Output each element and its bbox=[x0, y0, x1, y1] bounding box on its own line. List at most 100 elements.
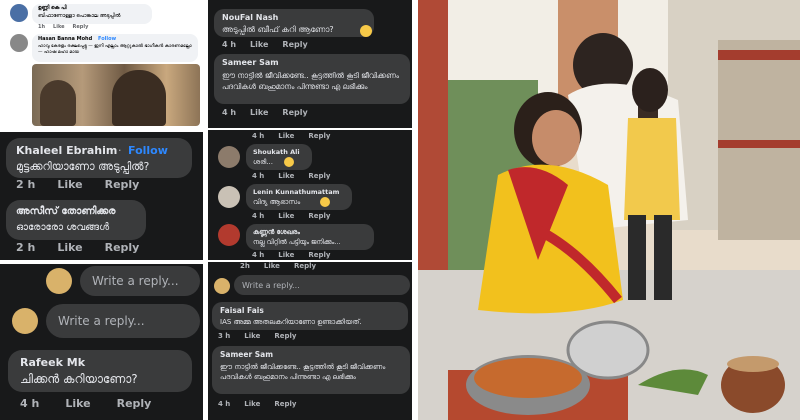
comment-text: മുട്ടക്കറിയാണോ അടുപ്പിൽ? bbox=[16, 160, 150, 173]
like-button[interactable]: Like bbox=[250, 40, 268, 49]
clay-pot-rim bbox=[727, 356, 779, 372]
comment-bubble: അസീസ് തോണിക്കര ഓരോരോ ശവങ്ങൾ bbox=[6, 200, 146, 240]
thinking-emoji-icon bbox=[360, 25, 372, 37]
comment-author[interactable]: ഉണ്ണി കെ പി bbox=[38, 5, 67, 11]
reply-input[interactable]: Write a reply... bbox=[80, 266, 200, 296]
reply-button[interactable]: Reply bbox=[282, 40, 307, 49]
comment-bubble: Rafeek Mk ചിക്കൻ കറിയാണോ? bbox=[8, 350, 192, 392]
comment-meta: 3 h Like Reply bbox=[218, 332, 297, 340]
reply-button[interactable]: Reply bbox=[308, 251, 330, 259]
comment-bubble: Shoukath Ali ശരി... bbox=[246, 144, 312, 170]
reply-input[interactable]: Write a reply... bbox=[234, 275, 410, 295]
reply-button[interactable]: Reply bbox=[282, 108, 307, 117]
avatar[interactable] bbox=[218, 224, 240, 246]
like-button[interactable]: Like bbox=[65, 397, 90, 410]
reply-button[interactable]: Reply bbox=[274, 400, 296, 408]
comment-author[interactable]: Sameer Sam bbox=[222, 58, 279, 67]
comment-author[interactable]: Shoukath Ali bbox=[253, 148, 300, 156]
like-button[interactable]: Like bbox=[278, 251, 294, 259]
comment-meta: 2 h Like Reply bbox=[16, 178, 139, 191]
comment-author[interactable]: Faisal Fais bbox=[220, 306, 264, 315]
family-photo bbox=[418, 0, 800, 420]
like-button[interactable]: Like bbox=[278, 212, 294, 220]
comment-panel-5: Write a reply... Write a reply... Rafeek… bbox=[0, 264, 203, 420]
comment-author[interactable]: കണ്ണൻ ശേഖരം bbox=[253, 228, 300, 237]
comment-meta: 4 h Like Reply bbox=[252, 172, 331, 180]
like-button[interactable]: Like bbox=[244, 400, 260, 408]
comment-author[interactable]: Khaleel Ebrahim bbox=[16, 144, 117, 157]
comment-meta: 2 h Like Reply bbox=[16, 241, 139, 254]
separator: · bbox=[118, 144, 122, 157]
reply-button[interactable]: Reply bbox=[105, 241, 140, 254]
comment-bubble: Sameer Sam ഈ നാട്ടിൽ ജീവിക്കണ്ടേ.. കൂട്ട… bbox=[212, 346, 410, 394]
comment-author[interactable]: NouFal Nash bbox=[222, 13, 278, 22]
comment-text: ബിഫാണോള്ളാ പൊങ്കാല അടുപ്പിൽ bbox=[38, 13, 121, 19]
comment-meta: 4 h Like Reply bbox=[252, 251, 331, 259]
laugh-emoji-icon bbox=[284, 157, 294, 167]
photo-illustration bbox=[418, 0, 800, 420]
comment-text: നല്ല വിറ്റിൽ പട്ടിയും ജനിക്കും... bbox=[253, 238, 341, 246]
avatar[interactable] bbox=[12, 308, 38, 334]
reply-button[interactable]: Reply bbox=[308, 172, 330, 180]
like-button[interactable]: Like bbox=[278, 132, 294, 140]
like-button[interactable]: Like bbox=[57, 178, 82, 191]
comment-meta: 4 h Like Reply bbox=[252, 132, 331, 140]
avatar[interactable] bbox=[10, 4, 28, 22]
avatar[interactable] bbox=[214, 278, 230, 294]
meme-image bbox=[32, 64, 200, 126]
comment-time: 2h bbox=[240, 262, 250, 270]
reply-button[interactable]: Reply bbox=[73, 24, 89, 30]
comment-time: 4 h bbox=[252, 251, 265, 259]
reply-button[interactable]: Reply bbox=[308, 132, 330, 140]
comment-time: 4 h bbox=[252, 132, 265, 140]
comment-time: 4 h bbox=[252, 212, 265, 220]
comment-text: അടുപ്പിൽ ബീഫ് കറി ആണോ? bbox=[222, 25, 334, 34]
reply-button[interactable]: Reply bbox=[294, 262, 316, 270]
comment-time: 2 h bbox=[16, 241, 36, 254]
comment-meta: 4 h Like Reply bbox=[218, 400, 297, 408]
like-button[interactable]: Like bbox=[264, 262, 280, 270]
like-button[interactable]: Like bbox=[278, 172, 294, 180]
follow-link[interactable]: Follow bbox=[128, 144, 168, 157]
laugh-emoji-icon bbox=[320, 197, 330, 207]
pot-lid bbox=[566, 320, 650, 380]
avatar[interactable] bbox=[10, 34, 28, 52]
left-pillar bbox=[418, 0, 448, 300]
child-leg-left bbox=[628, 215, 646, 300]
reply-button[interactable]: Reply bbox=[117, 397, 152, 410]
avatar[interactable] bbox=[218, 146, 240, 168]
comment-time: 4 h bbox=[20, 397, 40, 410]
reply-button[interactable]: Reply bbox=[308, 212, 330, 220]
comment-text: ഈ നാട്ടിൽ ജീവിക്കണ്ടേ.. കൂട്ടത്തിൽ കൂടി … bbox=[220, 363, 386, 381]
comment-author[interactable]: Lenin Kunnathumattam bbox=[253, 188, 339, 196]
comment-meta: 4 h Like Reply bbox=[222, 40, 308, 49]
reply-input[interactable]: Write a reply... bbox=[46, 304, 200, 338]
comment-bubble: Faisal Fais IAS അമ്മ അതലകറിയാണോ ഉണ്ടാക്ക… bbox=[212, 302, 408, 330]
avatar[interactable] bbox=[218, 186, 240, 208]
comment-text: ഓരോരോ ശവങ്ങൾ bbox=[16, 222, 110, 233]
comment-author[interactable]: അസീസ് തോണിക്കര bbox=[16, 206, 115, 217]
avatar[interactable] bbox=[46, 268, 72, 294]
like-button[interactable]: Like bbox=[244, 332, 260, 340]
comment-bubble: Sameer Sam ഈ നാട്ടിൽ ജീവിക്കണ്ടേ.. കൂട്ട… bbox=[214, 54, 410, 104]
person-2 bbox=[112, 70, 166, 126]
reply-button[interactable]: Reply bbox=[105, 178, 140, 191]
comment-meta: 4 h Like Reply bbox=[20, 397, 151, 410]
follow-link[interactable]: Follow bbox=[98, 36, 116, 42]
woman-face bbox=[532, 110, 580, 166]
like-button[interactable]: Like bbox=[250, 108, 268, 117]
comment-panel-1: ഉണ്ണി കെ പി ബിഫാണോള്ളാ പൊങ്കാല അടുപ്പിൽ … bbox=[0, 0, 203, 128]
gate bbox=[718, 40, 800, 240]
comment-author[interactable]: Rafeek Mk bbox=[20, 356, 85, 369]
comment-text: ശരി... bbox=[253, 158, 273, 166]
reply-placeholder: Write a reply... bbox=[58, 314, 145, 328]
child-head bbox=[632, 68, 668, 112]
comment-text: വിദ്യ ആഭാസം bbox=[253, 198, 301, 206]
like-button[interactable]: Like bbox=[53, 24, 64, 30]
reply-button[interactable]: Reply bbox=[274, 332, 296, 340]
like-button[interactable]: Like bbox=[57, 241, 82, 254]
comment-author[interactable]: Hasan Banna Mohd bbox=[38, 36, 92, 42]
comment-author[interactable]: Sameer Sam bbox=[220, 350, 273, 359]
child-leg-right bbox=[654, 215, 672, 300]
pot-contents bbox=[474, 358, 582, 398]
